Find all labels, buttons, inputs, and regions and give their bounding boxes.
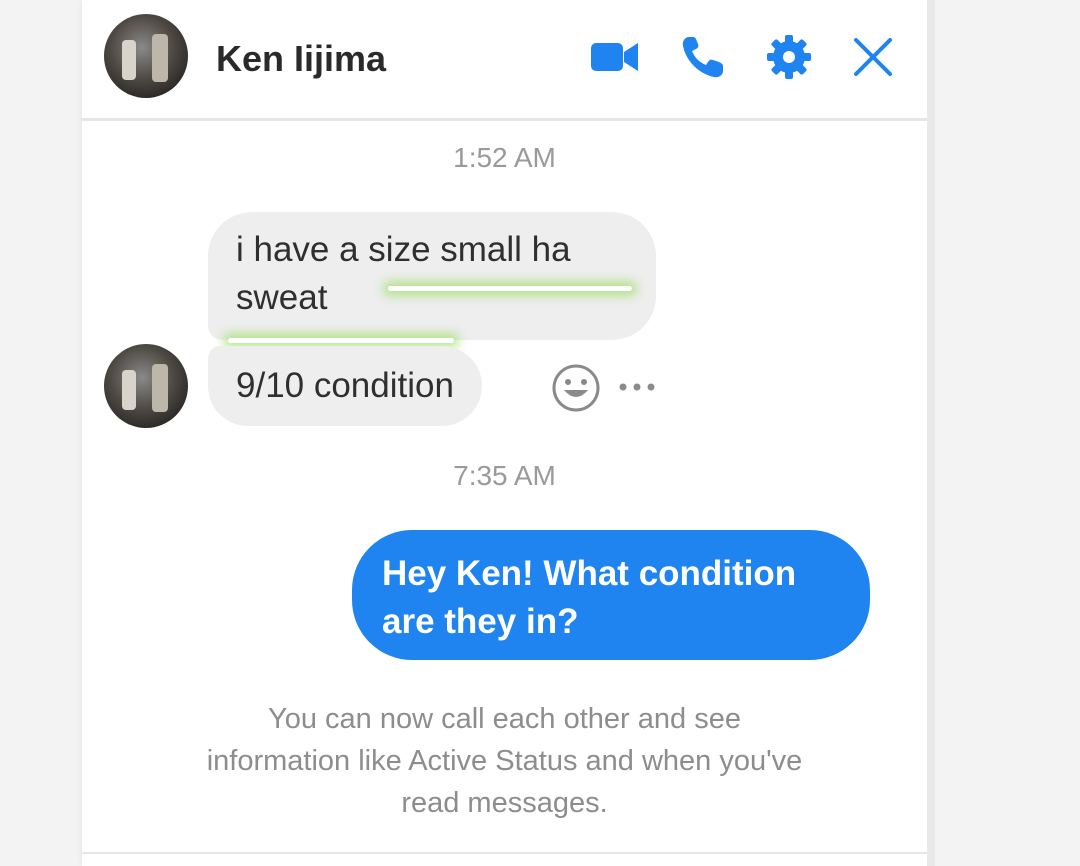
video-camera-icon [591, 43, 638, 71]
close-icon [854, 38, 892, 76]
outgoing-message-bubble[interactable]: Hey Ken! What condition are they in? [352, 530, 870, 660]
phone-icon [682, 37, 723, 78]
incoming-message-bubble[interactable]: i have a size small ha sweat [208, 212, 656, 340]
screen: Ken Iijima 1:52 AM i have a size small h… [0, 0, 1080, 866]
close-button[interactable] [846, 30, 900, 84]
incoming-message-bubble[interactable]: 9/10 condition [208, 346, 482, 426]
voice-call-button[interactable] [676, 30, 730, 84]
background-panel-edge [927, 0, 935, 866]
chat-window: Ken Iijima 1:52 AM i have a size small h… [82, 0, 927, 866]
gear-icon [767, 35, 811, 79]
notice-line: read messages. [401, 787, 608, 819]
smiley-react-icon[interactable] [550, 362, 602, 414]
text-highlight-mark [228, 338, 454, 343]
message-timestamp: 1:52 AM [453, 142, 556, 173]
settings-button[interactable] [762, 30, 816, 84]
message-text-line: i have a size small ha [236, 230, 571, 269]
message-text-line: sweat [236, 278, 328, 317]
divider [82, 852, 927, 854]
message-text-line: Hey Ken! What condition [382, 554, 797, 593]
notice-line: information like Active Status and when … [206, 745, 803, 777]
message-timestamp: 7:35 AM [453, 460, 556, 491]
text-highlight-mark [388, 286, 632, 291]
contact-name[interactable]: Ken Iijima [216, 38, 386, 80]
connection-notice: You can now call each other and see info… [122, 698, 887, 824]
contact-avatar[interactable] [104, 14, 188, 98]
notice-line: You can now call each other and see [268, 703, 741, 735]
chat-header: Ken Iijima [82, 0, 927, 121]
more-options-icon[interactable] [612, 372, 662, 402]
sender-avatar[interactable] [104, 344, 188, 428]
video-call-button[interactable] [588, 30, 642, 84]
message-text-line: are they in? [382, 602, 579, 641]
